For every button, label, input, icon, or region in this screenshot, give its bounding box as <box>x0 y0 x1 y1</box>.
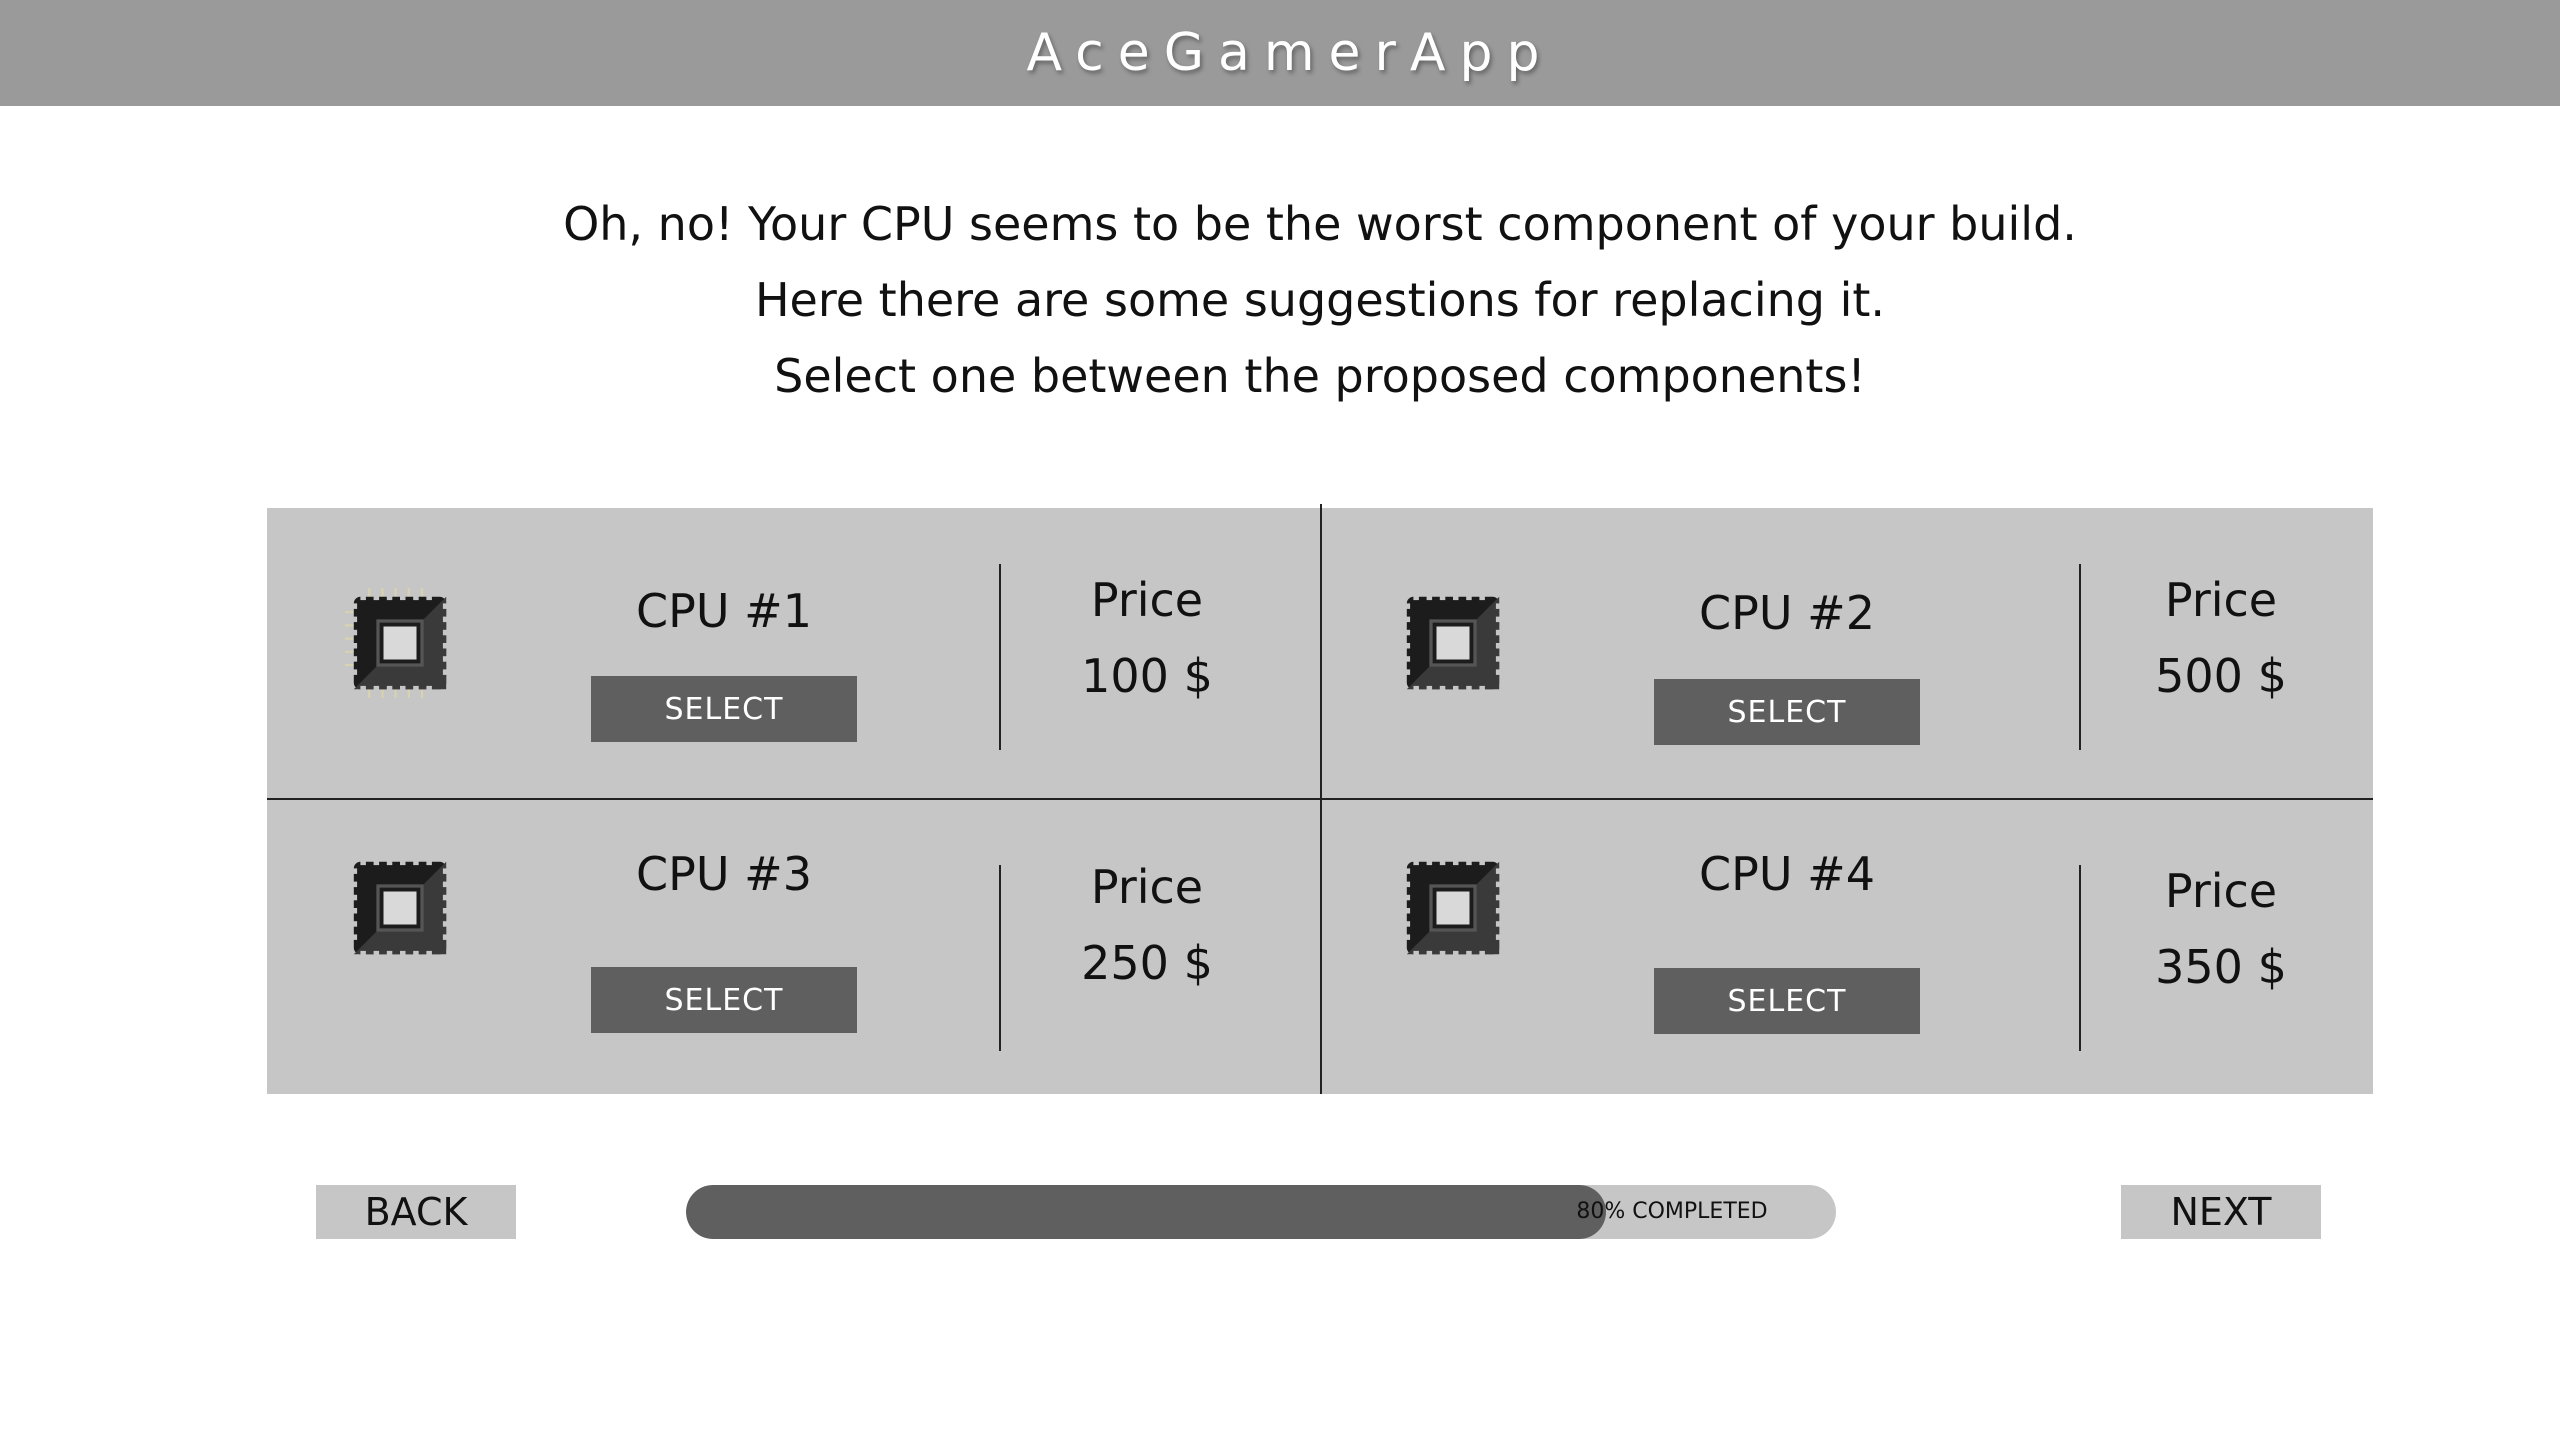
price-block: Price 350 $ <box>2101 853 2341 1005</box>
suggestion-message: Oh, no! Your CPU seems to be the worst c… <box>0 186 2560 414</box>
select-cpu-1-button[interactable]: SELECT <box>591 676 857 742</box>
message-line-2: Here there are some suggestions for repl… <box>754 273 1886 327</box>
cpu-name: CPU #4 <box>1699 847 1875 901</box>
cpu-options-grid: CPU #1 SELECT Price 100 $ CPU #2 SELECT … <box>267 504 2373 1094</box>
back-button[interactable]: BACK <box>316 1185 516 1239</box>
next-button[interactable]: NEXT <box>2121 1185 2321 1239</box>
cpu-option-3: CPU #3 SELECT Price 250 $ <box>267 801 1320 1094</box>
app-header: AceGamerApp <box>0 0 2560 106</box>
progress-label: 80% COMPLETED <box>1576 1199 1768 1224</box>
select-cpu-4-button[interactable]: SELECT <box>1654 968 1920 1034</box>
price-label: Price <box>2164 864 2278 918</box>
cpu-option-2: CPU #2 SELECT Price 500 $ <box>1320 508 2373 801</box>
progress-bar: 80% COMPLETED <box>686 1185 1836 1239</box>
cpu-option-4: CPU #4 SELECT Price 350 $ <box>1320 801 2373 1094</box>
cpu-option-1: CPU #1 SELECT Price 100 $ <box>267 508 1320 801</box>
select-cpu-3-button[interactable]: SELECT <box>591 967 857 1033</box>
price-value: 350 $ <box>2155 940 2287 994</box>
card-divider <box>999 564 1001 750</box>
card-divider <box>999 865 1001 1051</box>
message-line-3: Select one between the proposed componen… <box>774 349 1866 403</box>
progress-fill <box>686 1185 1606 1239</box>
card-divider <box>2079 564 2081 750</box>
app-title: AceGamerApp <box>1026 23 1554 83</box>
price-block: Price 250 $ <box>1027 849 1267 1001</box>
cpu-chip-icon <box>1401 591 1505 695</box>
price-value: 250 $ <box>1081 936 1213 990</box>
cpu-chip-icon <box>345 588 452 698</box>
price-label: Price <box>2164 573 2278 627</box>
price-label: Price <box>1090 860 1204 914</box>
cpu-chip-icon <box>1401 856 1505 960</box>
price-block: Price 100 $ <box>1027 562 1267 714</box>
price-value: 500 $ <box>2155 649 2287 703</box>
price-block: Price 500 $ <box>2101 562 2341 714</box>
price-value: 100 $ <box>1081 649 1213 703</box>
cpu-name: CPU #3 <box>636 847 812 901</box>
message-line-1: Oh, no! Your CPU seems to be the worst c… <box>563 197 2077 251</box>
cpu-chip-icon <box>348 856 452 960</box>
cpu-name: CPU #2 <box>1699 586 1875 640</box>
cpu-name: CPU #1 <box>636 584 812 638</box>
price-label: Price <box>1090 573 1204 627</box>
select-cpu-2-button[interactable]: SELECT <box>1654 679 1920 745</box>
card-divider <box>2079 865 2081 1051</box>
